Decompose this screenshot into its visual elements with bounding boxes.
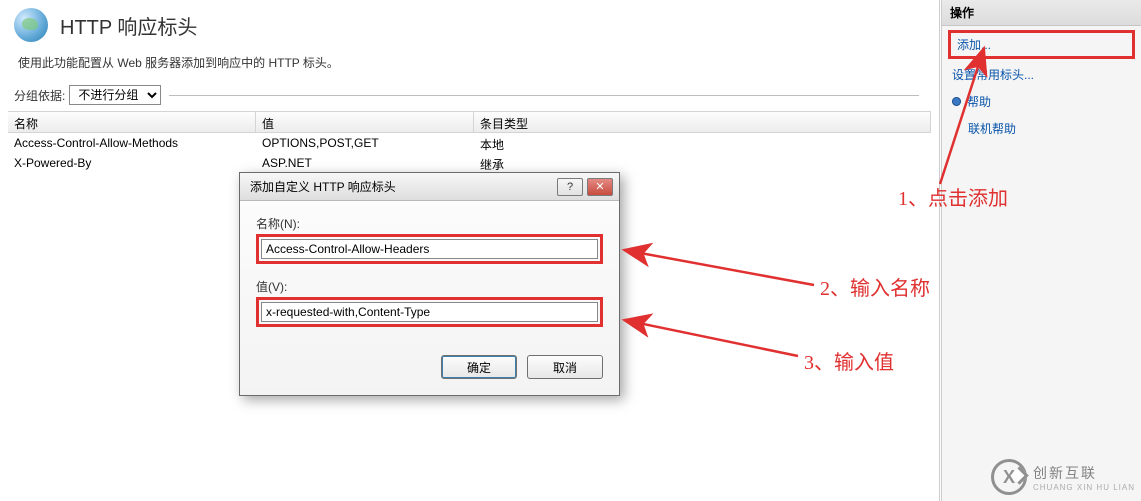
value-field-label: 值(V):: [256, 278, 603, 295]
action-set-common-label: 设置常用标头...: [952, 66, 1034, 83]
dialog-title: 添加自定义 HTTP 响应标头: [250, 178, 557, 195]
action-help-label: 帮助: [967, 93, 991, 110]
dialog-help-button[interactable]: ?: [557, 178, 583, 196]
group-by-row: 分组依据: 不进行分组: [0, 85, 939, 109]
add-header-dialog: 添加自定义 HTTP 响应标头 ? ✕ 名称(N): 值(V): 确定 取消: [239, 172, 620, 396]
group-by-label: 分组依据:: [14, 87, 65, 104]
action-online-help-label: 联机帮助: [968, 120, 1016, 137]
http-globe-icon: [14, 8, 48, 42]
add-action-highlight: 添加...: [948, 30, 1135, 59]
col-header-type[interactable]: 条目类型: [474, 112, 931, 132]
cell-value: OPTIONS,POST,GET: [256, 133, 474, 153]
value-input[interactable]: [261, 302, 598, 322]
grid-header: 名称 值 条目类型: [8, 111, 931, 133]
annotation-1: 1、点击添加: [898, 182, 1008, 211]
table-row[interactable]: Access-Control-Allow-Methods OPTIONS,POS…: [8, 133, 931, 153]
dialog-titlebar[interactable]: 添加自定义 HTTP 响应标头 ? ✕: [240, 173, 619, 201]
main-content-area: HTTP 响应标头 使用此功能配置从 Web 服务器添加到响应中的 HTTP 标…: [0, 0, 940, 501]
watermark-text: 创新互联: [1033, 463, 1135, 483]
cell-name: Access-Control-Allow-Methods: [8, 133, 256, 153]
name-field-highlight: [256, 234, 603, 264]
name-field-label: 名称(N):: [256, 215, 603, 232]
ok-button[interactable]: 确定: [441, 355, 517, 379]
cancel-button[interactable]: 取消: [527, 355, 603, 379]
name-input[interactable]: [261, 239, 598, 259]
col-header-value[interactable]: 值: [256, 112, 474, 132]
watermark: X 创新互联 CHUANG XIN HU LIAN: [991, 459, 1135, 495]
action-add[interactable]: 添加...: [951, 33, 1132, 56]
col-header-name[interactable]: 名称: [8, 112, 256, 132]
page-header: HTTP 响应标头: [0, 0, 939, 48]
watermark-logo: X: [991, 459, 1027, 495]
cell-type: 本地: [474, 133, 931, 153]
cell-name: X-Powered-By: [8, 153, 256, 173]
actions-panel: 操作 添加... 设置常用标头... 帮助 联机帮助: [941, 0, 1141, 501]
action-set-common[interactable]: 设置常用标头...: [942, 61, 1141, 88]
grid-body: Access-Control-Allow-Methods OPTIONS,POS…: [8, 133, 931, 173]
action-online-help[interactable]: 联机帮助: [942, 115, 1141, 142]
value-field-highlight: [256, 297, 603, 327]
action-add-label: 添加...: [957, 36, 991, 53]
page-title: HTTP 响应标头: [60, 11, 197, 40]
help-icon: [952, 97, 961, 106]
group-by-select[interactable]: 不进行分组: [69, 85, 161, 105]
annotation-3: 3、输入值: [804, 346, 894, 375]
actions-header: 操作: [942, 0, 1141, 26]
page-description: 使用此功能配置从 Web 服务器添加到响应中的 HTTP 标头。: [0, 48, 939, 85]
separator-line: [169, 95, 919, 96]
dialog-close-button[interactable]: ✕: [587, 178, 613, 196]
cell-type: 继承: [474, 153, 931, 173]
annotation-2: 2、输入名称: [820, 272, 930, 301]
action-help[interactable]: 帮助: [942, 88, 1141, 115]
table-row[interactable]: X-Powered-By ASP.NET 继承: [8, 153, 931, 173]
watermark-subtext: CHUANG XIN HU LIAN: [1033, 483, 1135, 492]
cell-value: ASP.NET: [256, 153, 474, 173]
